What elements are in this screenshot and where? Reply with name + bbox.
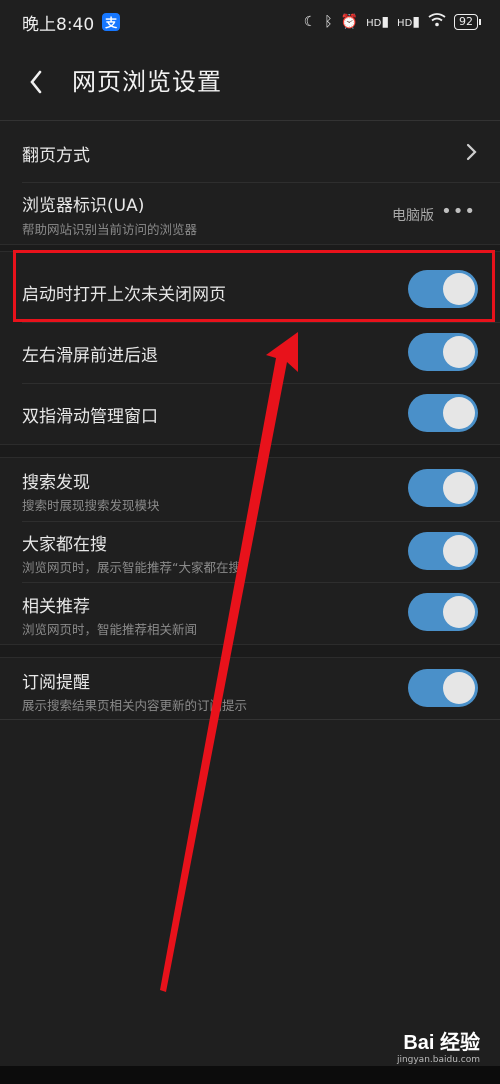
chevron-right-icon — [466, 143, 477, 161]
ua-value: 电脑版 — [392, 208, 434, 224]
highlight-box — [13, 250, 495, 322]
setting-subscribe: 订阅提醒 展示搜索结果页相关内容更新的订阅提示 — [0, 659, 500, 719]
setting-title: 相关推荐 — [22, 597, 90, 617]
setting-page-turn[interactable]: 翻页方式 — [0, 121, 500, 182]
setting-title: 订阅提醒 — [22, 673, 90, 693]
setting-title: 左右滑屏前进后退 — [22, 346, 158, 366]
alarm-icon: ⏰ — [340, 14, 359, 30]
page-title: 网页浏览设置 — [72, 68, 222, 96]
setting-related: 相关推荐 浏览网页时，智能推荐相关新闻 — [0, 583, 500, 644]
search-discover-toggle[interactable] — [408, 469, 478, 507]
bluetooth-icon: ᛒ — [324, 14, 333, 30]
setting-swipe-navigation: 左右滑屏前进后退 — [0, 323, 500, 383]
setting-subtitle: 帮助网站识别当前访问的浏览器 — [22, 222, 198, 237]
group-divider — [0, 444, 500, 458]
setting-two-finger: 双指滑动管理窗口 — [0, 384, 500, 444]
header: 网页浏览设置 — [0, 44, 500, 120]
status-bar: 晚上8:40 支 ☾ ᛒ ⏰ HD▮ HD▮ 92 — [0, 0, 500, 44]
alipay-icon: 支 — [102, 13, 121, 31]
setting-title: 翻页方式 — [22, 146, 90, 166]
trending-toggle[interactable] — [408, 532, 478, 570]
setting-subtitle: 浏览网页时，智能推荐相关新闻 — [22, 622, 198, 637]
setting-title: 浏览器标识(UA) — [22, 196, 145, 216]
watermark-url: jingyan.baidu.com — [396, 1055, 480, 1065]
setting-user-agent[interactable]: 浏览器标识(UA) 帮助网站识别当前访问的浏览器 电脑版 ••• — [0, 183, 500, 245]
toggle-knob — [443, 672, 475, 704]
setting-search-discover: 搜索发现 搜索时展现搜索发现模块 — [0, 459, 500, 521]
setting-subtitle: 搜索时展现搜索发现模块 — [22, 498, 160, 513]
setting-title: 双指滑动管理窗口 — [22, 407, 158, 427]
toggle-knob — [443, 596, 475, 628]
more-dots-icon[interactable]: ••• — [441, 201, 476, 222]
toggle-knob — [443, 397, 475, 429]
group-divider — [0, 644, 500, 658]
related-toggle[interactable] — [408, 593, 478, 631]
watermark-logo: Bai 经验 — [403, 1032, 480, 1054]
setting-trending: 大家都在搜 浏览网页时，展示智能推荐“大家都在搜” — [0, 522, 500, 582]
setting-title: 大家都在搜 — [22, 535, 107, 555]
signal-icon-1: HD▮ — [366, 14, 390, 30]
setting-subtitle: 展示搜索结果页相关内容更新的订阅提示 — [22, 698, 248, 713]
status-time: 晚上8:40 — [22, 14, 95, 35]
swipe-navigation-toggle[interactable] — [408, 333, 478, 371]
battery-icon: 92 — [454, 14, 481, 30]
toggle-knob — [443, 472, 475, 504]
back-arrow-icon[interactable] — [26, 68, 46, 96]
wifi-icon — [428, 13, 446, 31]
divider — [0, 719, 500, 720]
signal-icon-2: HD▮ — [397, 14, 420, 30]
subscribe-toggle[interactable] — [408, 669, 478, 707]
toggle-knob — [443, 535, 475, 567]
moon-icon: ☾ — [303, 14, 317, 30]
setting-title: 搜索发现 — [22, 473, 90, 493]
baidu-watermark: Bai 经验 jingyan.baidu.com — [397, 1026, 480, 1065]
toggle-knob — [443, 336, 475, 368]
bottom-bar — [0, 1066, 500, 1084]
setting-subtitle: 浏览网页时，展示智能推荐“大家都在搜” — [22, 560, 248, 575]
two-finger-toggle[interactable] — [408, 394, 478, 432]
